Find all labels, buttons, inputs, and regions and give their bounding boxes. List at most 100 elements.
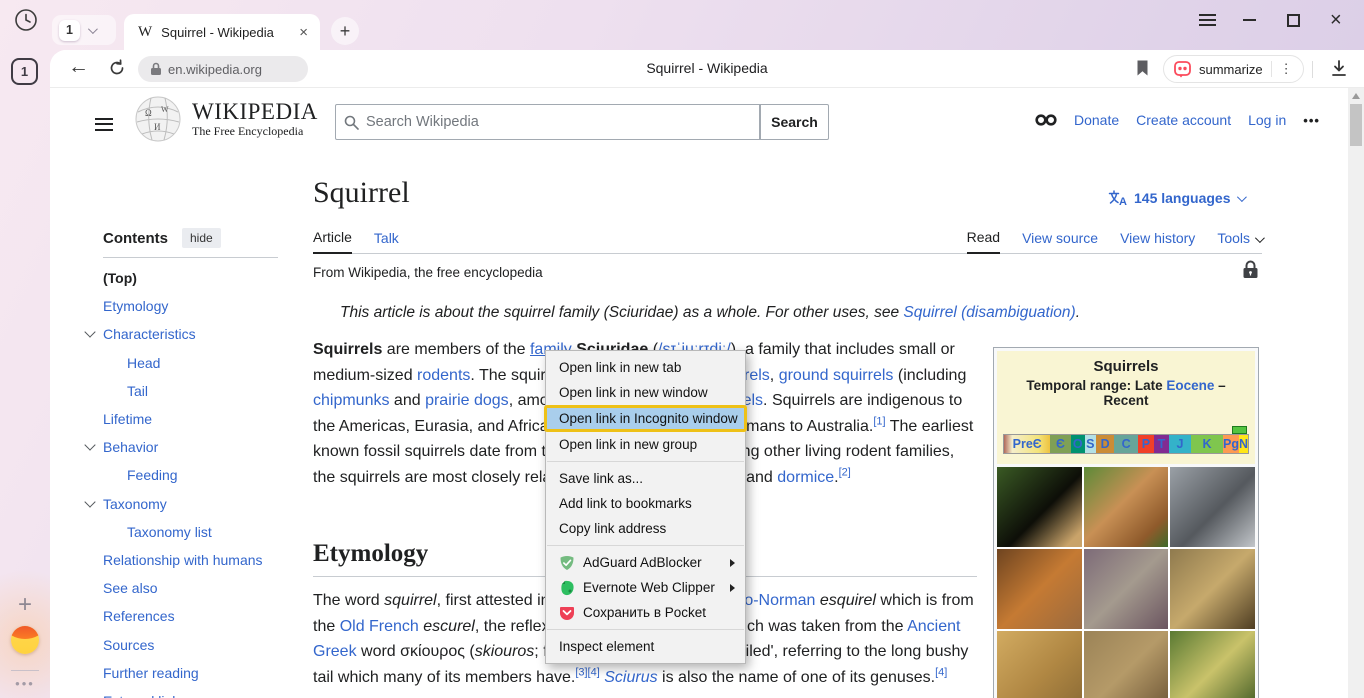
languages-button[interactable]: A 145 languages [1108, 190, 1244, 206]
maximize-button[interactable] [1287, 0, 1300, 40]
timescale-jurassic[interactable]: J [1169, 435, 1191, 453]
toc-item-lifetime[interactable]: Lifetime [103, 405, 303, 433]
page-protection-lock-icon[interactable] [1242, 260, 1259, 285]
menu-inspect-element[interactable]: Inspect element [546, 634, 745, 659]
sidebar-panel-button[interactable]: 1 [11, 58, 38, 85]
squirrel-photo-5[interactable] [1084, 549, 1169, 629]
search-button[interactable]: Search [760, 104, 829, 140]
yandex-mail-icon[interactable] [11, 626, 39, 654]
wikipedia-globe-logo[interactable]: Ω W И [134, 94, 182, 146]
tab-view-source[interactable]: View source [1022, 230, 1098, 253]
toc-item-sources[interactable]: Sources [103, 630, 303, 658]
languages-label: 145 languages [1134, 190, 1231, 206]
squirrel-photo-8[interactable] [1084, 631, 1169, 698]
menu-open-link-new-tab[interactable]: Open link in new tab [546, 355, 745, 380]
wikipedia-wordmark[interactable]: WIKIPEDIA The Free Encyclopedia [192, 99, 318, 139]
back-button[interactable]: ← [68, 55, 89, 79]
browser-tab[interactable]: W Squirrel - Wikipedia × [124, 14, 320, 50]
timescale-neogene[interactable]: N [1239, 435, 1248, 453]
toc-hide-button[interactable]: hide [182, 228, 221, 248]
tab-article[interactable]: Article [313, 229, 352, 254]
toc-item-head[interactable]: Head [103, 349, 303, 377]
donate-link[interactable]: Donate [1074, 112, 1119, 128]
toc-item-relationship-with-humans[interactable]: Relationship with humans [103, 546, 303, 574]
toc-item-references[interactable]: References [103, 602, 303, 630]
squirrel-photo-4[interactable] [997, 549, 1082, 629]
timescale-precambrian[interactable]: PreЄ [1004, 435, 1050, 453]
window-close-button[interactable]: × [1330, 0, 1342, 40]
scrollbar-up-arrow[interactable] [1352, 93, 1360, 99]
bookmark-icon[interactable] [1135, 59, 1150, 82]
page-scrollbar[interactable] [1348, 88, 1364, 698]
menu-copy-link-address[interactable]: Copy link address [546, 516, 745, 541]
browser-menu-icon[interactable] [1199, 0, 1216, 40]
timescale-paleogene[interactable]: Pg [1223, 435, 1239, 453]
wiki-search-box[interactable] [335, 104, 760, 140]
toc-item-taxonomy-list[interactable]: Taxonomy list [103, 518, 303, 546]
toc-item-taxonomy[interactable]: Taxonomy [103, 490, 303, 518]
address-bar[interactable]: en.wikipedia.org [138, 56, 308, 82]
taxobox-title: Squirrels [1003, 358, 1249, 375]
tab-view-history[interactable]: View history [1120, 230, 1195, 253]
tab-talk[interactable]: Talk [374, 230, 399, 253]
toc-item-see-also[interactable]: See also [103, 574, 303, 602]
toc-item-characteristics[interactable]: Characteristics [103, 320, 303, 348]
menu-open-link-new-window[interactable]: Open link in new window [546, 380, 745, 405]
timescale-cambrian[interactable]: Є [1050, 435, 1070, 453]
toc-item-further-reading[interactable]: Further reading [103, 659, 303, 687]
menu-open-link-new-group[interactable]: Open link in new group [546, 432, 745, 457]
squirrel-photo-6[interactable] [1170, 549, 1255, 629]
tab-tools[interactable]: Tools [1217, 230, 1262, 253]
menu-add-link-to-bookmarks[interactable]: Add link to bookmarks [546, 491, 745, 516]
timescale-permian[interactable]: P [1138, 435, 1154, 453]
history-clock-icon[interactable] [14, 8, 38, 32]
toc-item-behavior[interactable]: Behavior [103, 433, 303, 461]
adguard-shield-icon [559, 555, 575, 571]
menu-evernote[interactable]: Evernote Web Clipper [546, 575, 745, 600]
toc-item-feeding[interactable]: Feeding [103, 461, 303, 489]
menu-adguard[interactable]: AdGuard AdBlocker [546, 550, 745, 575]
linked-rings-icon[interactable] [1035, 114, 1057, 126]
chevron-down-icon [1236, 192, 1246, 202]
toc-item-etymology[interactable]: Etymology [103, 292, 303, 320]
toc-item-external-links[interactable]: External links [103, 687, 303, 698]
menu-save-link-as[interactable]: Save link as... [546, 466, 745, 491]
reload-button[interactable] [108, 59, 126, 82]
squirrel-photo-3[interactable] [1170, 467, 1255, 547]
squirrel-photo-1[interactable] [997, 467, 1082, 547]
squirrel-photo-9[interactable] [1170, 631, 1255, 698]
tab-counter[interactable]: 1 [52, 15, 116, 45]
scrollbar-thumb[interactable] [1350, 104, 1362, 146]
timescale-triassic[interactable]: T [1154, 435, 1169, 453]
timescale-ordovician[interactable]: O [1071, 435, 1085, 453]
wiki-more-icon[interactable]: ••• [1303, 113, 1320, 128]
tab-read[interactable]: Read [967, 229, 1000, 254]
timescale-devonian[interactable]: D [1096, 435, 1115, 453]
new-tab-button[interactable]: + [331, 17, 359, 45]
tab-title: Squirrel - Wikipedia [161, 25, 288, 40]
wikipedia-favicon: W [138, 24, 152, 41]
tab-close-icon[interactable]: × [297, 24, 310, 41]
timescale-carboniferous[interactable]: C [1114, 435, 1138, 453]
downloads-icon[interactable] [1330, 59, 1348, 83]
toc-item-tail[interactable]: Tail [103, 377, 303, 405]
timescale-silurian[interactable]: S [1085, 435, 1096, 453]
eocene-link[interactable]: Eocene [1166, 378, 1214, 393]
create-account-link[interactable]: Create account [1136, 112, 1231, 128]
minimize-button[interactable] [1243, 0, 1256, 40]
summarize-button[interactable]: summarize ⋮ [1163, 55, 1304, 83]
toc-item-top[interactable]: (Top) [103, 264, 303, 292]
svg-text:A: A [1119, 196, 1127, 206]
timescale-cretaceous[interactable]: K [1191, 435, 1223, 453]
site-subtitle: From Wikipedia, the free encyclopedia [313, 265, 543, 280]
search-input[interactable] [366, 114, 751, 130]
squirrel-photo-2[interactable] [1084, 467, 1169, 547]
summarize-options-icon[interactable]: ⋮ [1280, 61, 1293, 77]
squirrel-photo-7[interactable] [997, 631, 1082, 698]
menu-open-link-incognito[interactable]: Open link in Incognito window [544, 405, 747, 432]
sidebar-more-icon[interactable]: ••• [10, 676, 40, 691]
menu-save-to-pocket[interactable]: Сохранить в Pocket [546, 600, 745, 625]
login-link[interactable]: Log in [1248, 112, 1286, 128]
sidebar-add-icon[interactable]: + [12, 592, 38, 618]
wiki-menu-icon[interactable] [95, 114, 113, 134]
